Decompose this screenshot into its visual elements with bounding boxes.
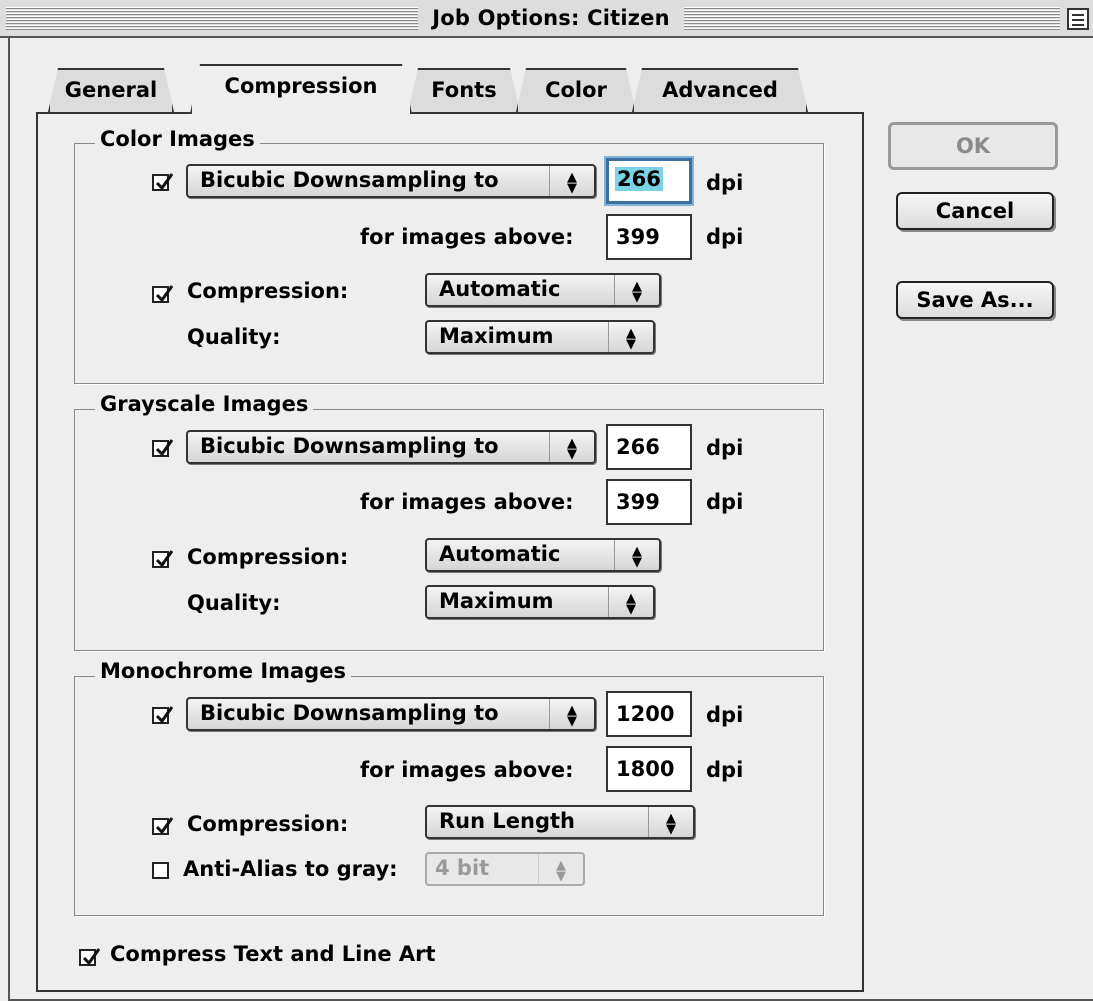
window-collapse-icon[interactable]	[1067, 8, 1089, 30]
checkmark-icon	[155, 173, 174, 191]
monochrome-above-value: 1800	[616, 757, 675, 781]
monochrome-above-unit: dpi	[706, 758, 744, 782]
antialias-popup[interactable]: 4 bit ▲ ▼	[425, 852, 585, 886]
color-above-value: 399	[616, 225, 660, 249]
antialias-value: 4 bit	[435, 856, 490, 880]
grayscale-resolution-value: 266	[616, 435, 660, 459]
color-compression-checkbox[interactable]	[152, 285, 174, 303]
color-downsample-checkbox[interactable]	[152, 173, 174, 191]
color-downsample-method-popup[interactable]: Bicubic Downsampling to ▲ ▼	[186, 164, 596, 198]
save-as-button[interactable]: Save As...	[896, 281, 1054, 319]
monochrome-compression-checkbox[interactable]	[152, 817, 174, 835]
popup-arrows-icon: ▲ ▼	[608, 322, 653, 352]
color-images-title: Color Images	[95, 127, 260, 151]
monochrome-downsample-checkbox[interactable]	[152, 706, 174, 724]
grayscale-quality-value: Maximum	[439, 589, 554, 613]
monochrome-resolution-field[interactable]: 1200	[606, 691, 692, 737]
antialias-checkbox[interactable]	[152, 862, 169, 879]
monochrome-above-field[interactable]: 1800	[606, 746, 692, 792]
checkmark-icon	[155, 439, 174, 457]
popup-arrows-icon: ▲ ▼	[549, 699, 594, 729]
checkmark-icon	[155, 817, 174, 835]
grayscale-above-field[interactable]: 399	[606, 479, 692, 525]
monochrome-resolution-unit: dpi	[706, 703, 744, 727]
popup-arrows-icon: ▲ ▼	[549, 432, 594, 462]
monochrome-above-label: for images above:	[360, 758, 574, 782]
checkmark-icon	[82, 948, 101, 966]
color-downsample-method-value: Bicubic Downsampling to	[200, 168, 499, 192]
color-resolution-field[interactable]: 266	[606, 158, 692, 204]
cancel-button[interactable]: Cancel	[896, 192, 1054, 230]
color-compression-popup[interactable]: Automatic ▲ ▼	[425, 273, 661, 307]
color-above-field[interactable]: 399	[606, 214, 692, 260]
grayscale-quality-popup[interactable]: Maximum ▲ ▼	[425, 585, 655, 619]
checkmark-icon	[155, 285, 174, 303]
popup-arrows-icon: ▲ ▼	[549, 166, 594, 196]
color-above-label: for images above:	[360, 225, 574, 249]
title-bar[interactable]: Job Options: Citizen	[0, 0, 1093, 38]
grayscale-downsample-method-popup[interactable]: Bicubic Downsampling to ▲ ▼	[186, 430, 596, 464]
grayscale-above-value: 399	[616, 490, 660, 514]
color-above-unit: dpi	[706, 225, 744, 249]
popup-arrows-icon: ▲ ▼	[614, 275, 659, 305]
color-resolution-unit: dpi	[706, 171, 744, 195]
grayscale-compression-popup[interactable]: Automatic ▲ ▼	[425, 538, 661, 572]
tab-advanced[interactable]: Advanced	[632, 68, 808, 112]
grayscale-above-label: for images above:	[360, 490, 574, 514]
grayscale-downsample-method-value: Bicubic Downsampling to	[200, 434, 499, 458]
title-bar-stripes-right	[684, 7, 1060, 31]
monochrome-compression-value: Run Length	[439, 809, 575, 833]
color-compression-value: Automatic	[439, 277, 561, 301]
checkmark-icon	[155, 706, 174, 724]
grayscale-compression-checkbox[interactable]	[152, 550, 174, 568]
tab-general[interactable]: General	[48, 68, 174, 112]
window-title: Job Options: Citizen	[422, 6, 680, 30]
monochrome-compression-label: Compression:	[187, 812, 349, 836]
checkmark-icon	[155, 550, 174, 568]
grayscale-resolution-unit: dpi	[706, 436, 744, 460]
popup-arrows-icon: ▲ ▼	[608, 587, 653, 617]
monochrome-images-title: Monochrome Images	[95, 659, 351, 683]
grayscale-downsample-checkbox[interactable]	[152, 439, 174, 457]
monochrome-resolution-value: 1200	[616, 702, 675, 726]
tab-compression[interactable]: Compression	[190, 64, 412, 114]
monochrome-compression-popup[interactable]: Run Length ▲ ▼	[425, 805, 695, 839]
popup-arrows-icon: ▲ ▼	[538, 854, 583, 884]
color-resolution-value: 266	[615, 167, 663, 191]
grayscale-above-unit: dpi	[706, 490, 744, 514]
grayscale-quality-label: Quality:	[187, 591, 281, 615]
title-bar-stripes-left	[6, 7, 418, 31]
tab-fonts[interactable]: Fonts	[408, 68, 520, 112]
grayscale-images-title: Grayscale Images	[95, 392, 314, 416]
color-quality-value: Maximum	[439, 324, 554, 348]
ok-button[interactable]: OK	[888, 122, 1058, 170]
popup-arrows-icon: ▲ ▼	[614, 540, 659, 570]
grayscale-compression-label: Compression:	[187, 545, 349, 569]
monochrome-downsample-method-popup[interactable]: Bicubic Downsampling to ▲ ▼	[186, 697, 596, 731]
antialias-label: Anti-Alias to gray:	[183, 857, 398, 881]
color-quality-popup[interactable]: Maximum ▲ ▼	[425, 320, 655, 354]
color-compression-label: Compression:	[187, 279, 349, 303]
compress-text-label: Compress Text and Line Art	[110, 942, 436, 966]
popup-arrows-icon: ▲ ▼	[648, 807, 693, 837]
grayscale-compression-value: Automatic	[439, 542, 561, 566]
color-quality-label: Quality:	[187, 325, 281, 349]
tab-color[interactable]: Color	[516, 68, 636, 112]
compress-text-checkbox[interactable]	[79, 948, 101, 966]
monochrome-downsample-method-value: Bicubic Downsampling to	[200, 701, 499, 725]
grayscale-resolution-field[interactable]: 266	[606, 424, 692, 470]
